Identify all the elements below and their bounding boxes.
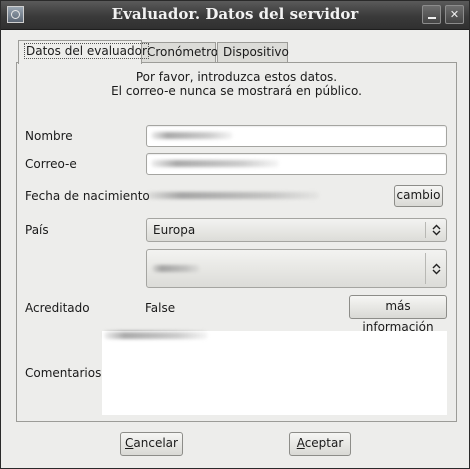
intro-line-1: Por favor, introduzca estos datos. [135, 70, 338, 84]
nombre-label: Nombre [25, 129, 73, 143]
title-bar[interactable]: Evaluador. Datos del servidor ✕ [1, 1, 469, 30]
minimize-button[interactable] [422, 5, 441, 24]
redacted-text [152, 265, 200, 272]
cancel-button[interactable]: Cancelar [120, 432, 183, 456]
tab-cronometro[interactable]: Cronómetro [141, 42, 219, 62]
fecha-nacimiento-label: Fecha de nacimiento [25, 189, 150, 203]
region-combobox[interactable] [146, 249, 447, 288]
updown-arrows-icon [431, 223, 442, 237]
combo-separator [425, 222, 426, 238]
pais-selected-value: Europa [153, 223, 196, 237]
minimize-icon [428, 17, 436, 19]
close-icon: ✕ [449, 8, 460, 21]
cancel-label: ancelar [133, 436, 178, 450]
fecha-cambio-button[interactable]: cambio [394, 185, 443, 207]
nombre-input[interactable] [146, 125, 447, 147]
tab-datos-evaluador[interactable]: Datos del evaluador [18, 40, 149, 64]
correo-input[interactable] [146, 153, 447, 175]
correo-label: Correo-e [25, 157, 77, 171]
redacted-text [151, 132, 233, 139]
tab-label: Cronómetro [147, 45, 219, 59]
tab-panel: Por favor, introduzca estos datos. El co… [16, 62, 457, 422]
intro-line-2: El correo-e nunca se mostrará en público… [111, 84, 362, 98]
pais-label: País [25, 223, 49, 237]
acreditado-value: False [145, 301, 176, 315]
tab-label: Datos del evaluador [24, 43, 149, 59]
accept-mnemonic: A [296, 436, 305, 450]
dialog-window: Evaluador. Datos del servidor ✕ Datos de… [0, 0, 470, 469]
window-title: Evaluador. Datos del servidor [111, 5, 359, 23]
comentarios-textarea[interactable] [102, 331, 447, 415]
redacted-text [104, 332, 208, 339]
redacted-text [151, 160, 279, 167]
accept-button[interactable]: Aceptar [289, 432, 351, 456]
tab-label: Dispositivo [223, 45, 289, 59]
tab-dispositivo[interactable]: Dispositivo [217, 42, 289, 62]
combo-separator [425, 253, 426, 284]
mas-informacion-button[interactable]: más información [349, 295, 447, 334]
pais-combobox[interactable]: Europa [146, 218, 447, 242]
fecha-nacimiento-value [147, 192, 319, 199]
accept-label: ceptar [304, 436, 344, 450]
close-button[interactable]: ✕ [445, 5, 464, 24]
comentarios-label: Comentarios [25, 366, 102, 380]
acreditado-label: Acreditado [25, 301, 90, 315]
updown-arrows-icon [431, 262, 442, 276]
